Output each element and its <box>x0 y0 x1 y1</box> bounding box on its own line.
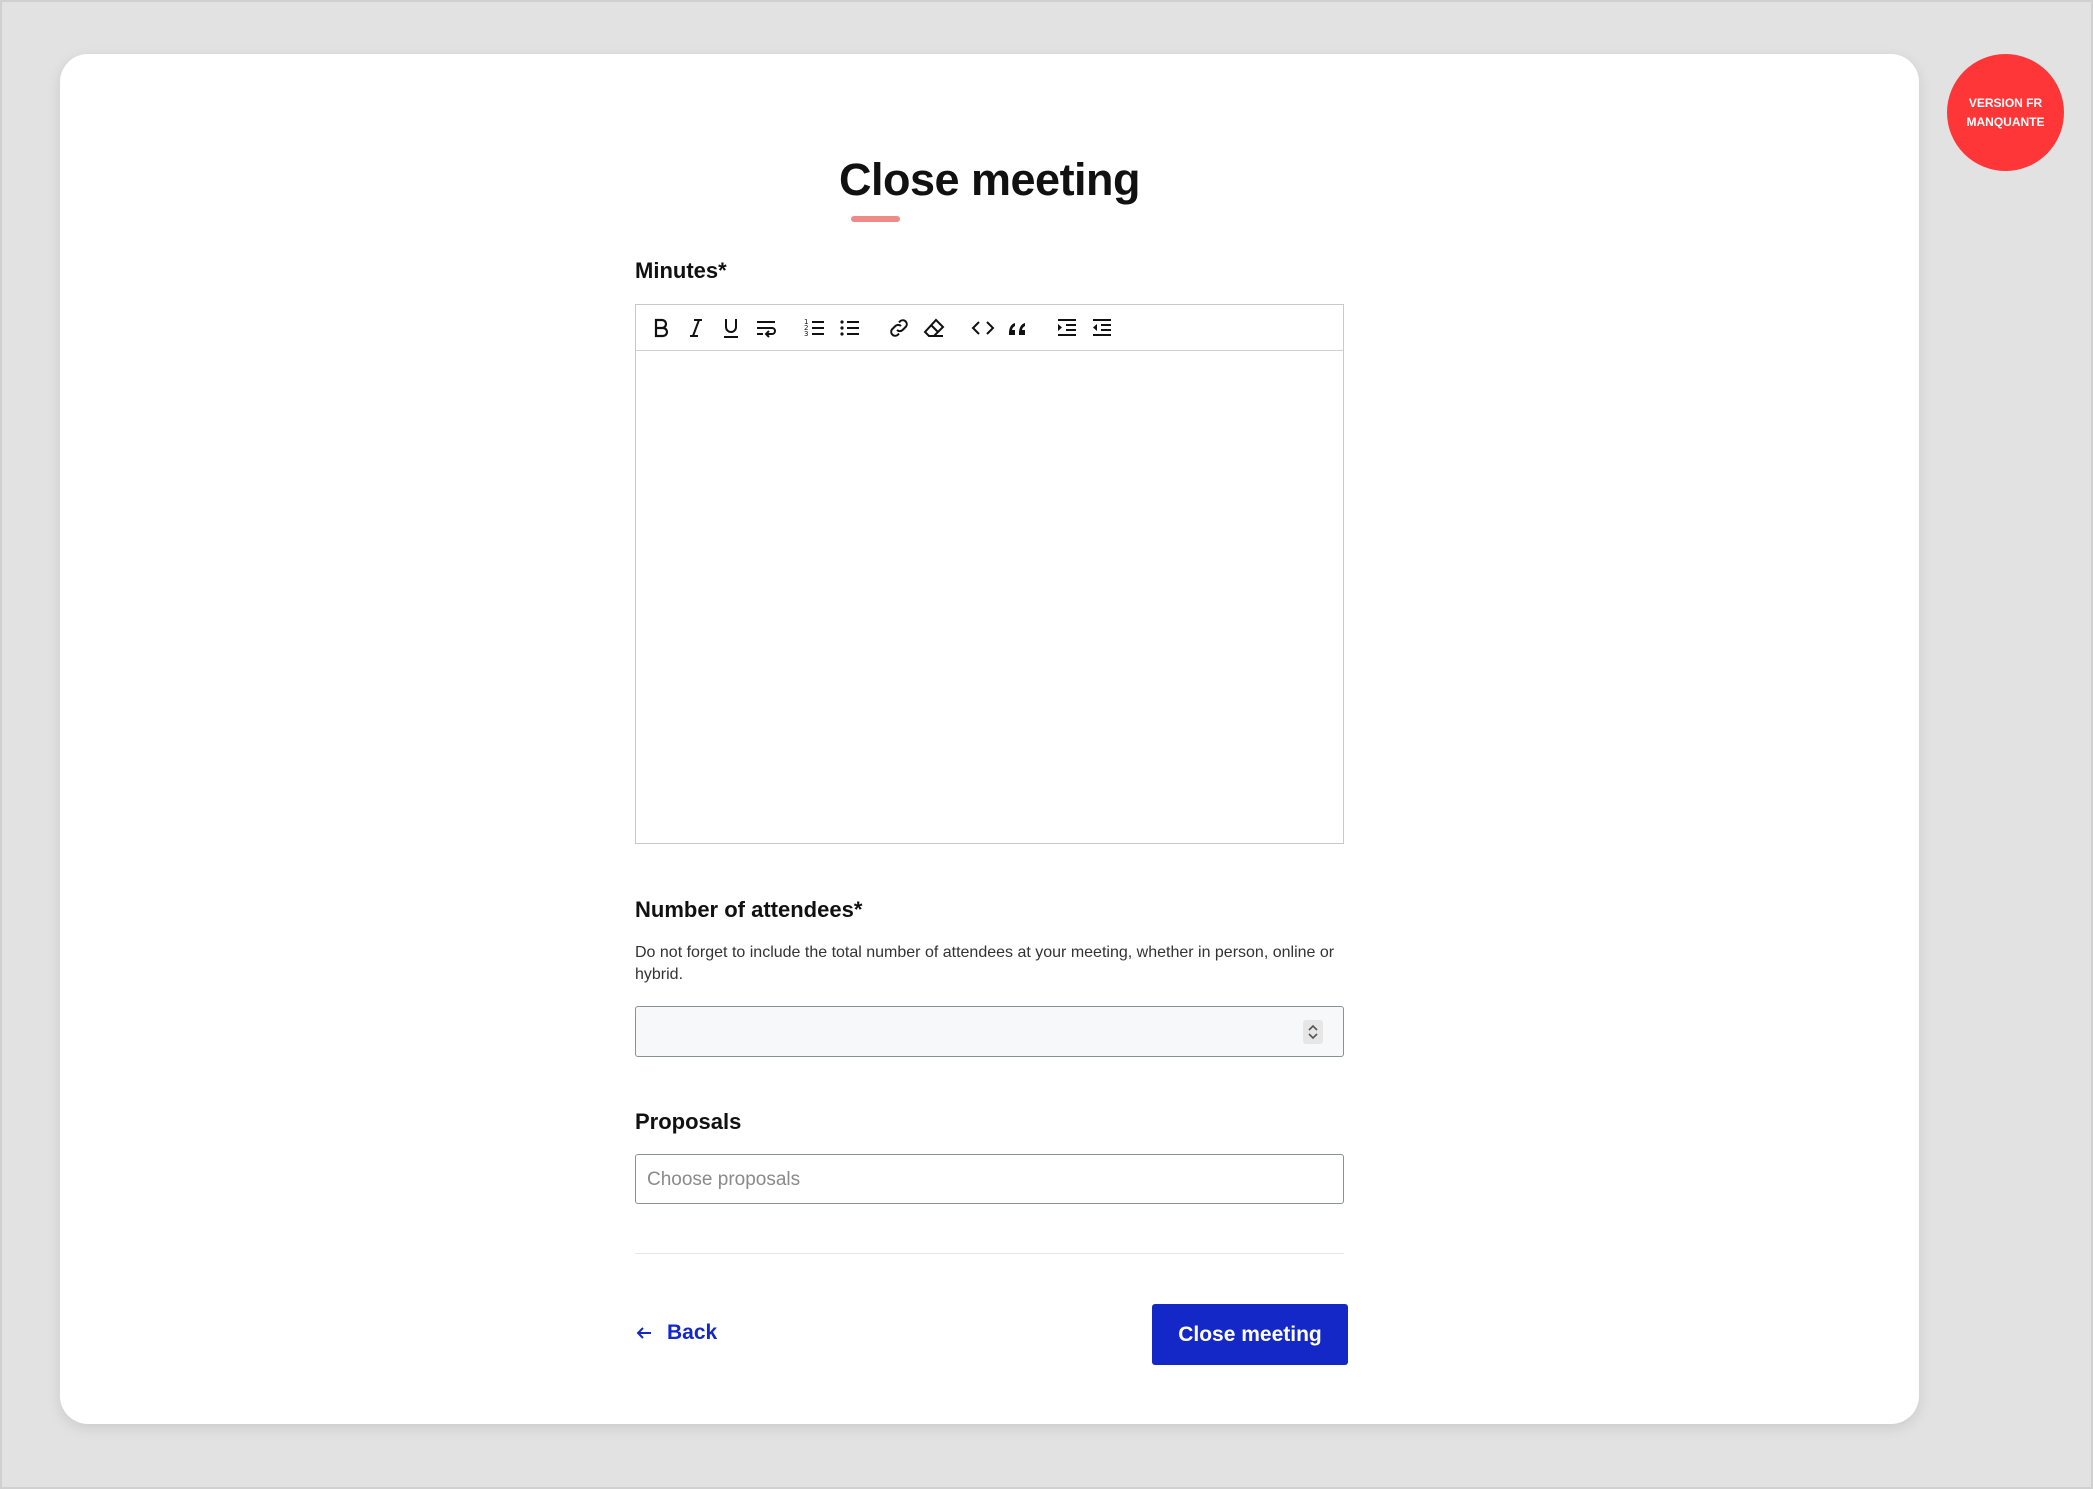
code-icon <box>971 321 995 335</box>
outdent-icon <box>1093 319 1111 336</box>
bullet-list-icon <box>840 320 859 336</box>
bullet-list-button[interactable] <box>835 313 865 343</box>
title-underline <box>851 216 900 222</box>
missing-translation-badge: VERSION FR MANQUANTE <box>1947 54 2064 171</box>
chevron-up-icon <box>1308 1024 1318 1031</box>
quote-icon <box>1009 323 1025 335</box>
eraser-icon <box>923 318 945 337</box>
code-button[interactable] <box>968 313 998 343</box>
arrow-left-icon <box>636 1327 651 1339</box>
chevron-down-icon <box>1308 1033 1318 1040</box>
number-spinner[interactable] <box>1303 1020 1323 1044</box>
proposals-select[interactable]: Choose proposals <box>635 1154 1344 1204</box>
back-label: Back <box>667 1321 718 1344</box>
attendees-number-input[interactable] <box>635 1006 1344 1057</box>
back-link[interactable]: Back <box>635 1321 717 1345</box>
indent-button[interactable] <box>1052 313 1082 343</box>
indent-icon <box>1058 319 1076 336</box>
proposals-label: Proposals <box>635 1109 742 1134</box>
link-button[interactable] <box>884 313 914 343</box>
hard-break-icon <box>757 321 776 338</box>
bold-button[interactable] <box>646 313 676 343</box>
editor-toolbar: 123 <box>636 305 1343 351</box>
page-title: Close meeting <box>838 154 1141 205</box>
underline-button[interactable] <box>716 313 746 343</box>
form-divider <box>635 1253 1344 1254</box>
blockquote-button[interactable] <box>1003 313 1033 343</box>
minutes-label: Minutes* <box>635 258 727 283</box>
ordered-list-button[interactable]: 123 <box>800 313 830 343</box>
modal-card: Close meeting Minutes* 123 Number of att… <box>60 54 1919 1424</box>
minutes-content[interactable] <box>636 351 1343 841</box>
underline-icon <box>724 319 738 338</box>
italic-icon <box>690 319 702 337</box>
attendees-label: Number of attendees* <box>635 897 863 922</box>
eraser-button[interactable] <box>919 313 949 343</box>
attendees-help-text: Do not forget to include the total numbe… <box>635 944 1335 983</box>
minutes-editor[interactable]: 123 <box>635 304 1344 844</box>
bold-icon <box>654 318 669 338</box>
badge-text: VERSION FR MANQUANTE <box>1966 95 2045 129</box>
italic-button[interactable] <box>681 313 711 343</box>
close-meeting-button[interactable]: Close meeting <box>1152 1304 1348 1365</box>
hard-break-button[interactable] <box>751 313 781 343</box>
proposals-placeholder: Choose proposals <box>647 1169 801 1190</box>
svg-text:3: 3 <box>804 330 808 338</box>
ordered-list-icon: 123 <box>804 318 824 338</box>
link-icon <box>890 319 908 337</box>
outdent-button[interactable] <box>1087 313 1117 343</box>
